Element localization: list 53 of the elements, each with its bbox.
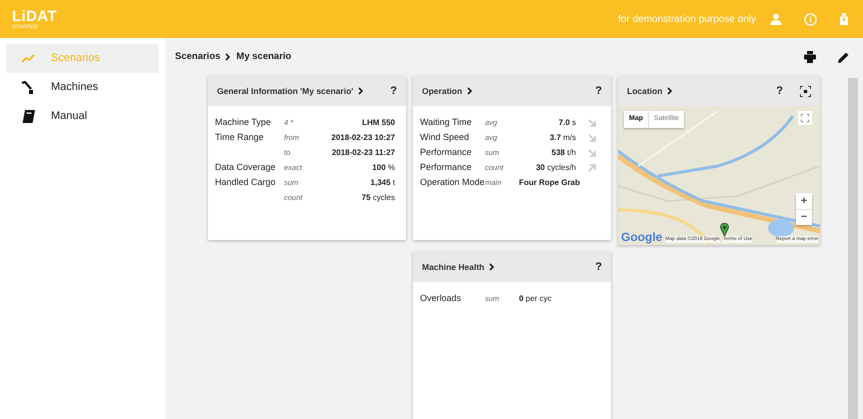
zoom-out-button[interactable]: − [796, 209, 812, 225]
row-label: Overloads [420, 292, 462, 305]
row-label: Handled Cargo [215, 176, 277, 189]
row-value: 75 cycles [362, 192, 396, 204]
scrollbar[interactable] [848, 78, 858, 419]
card-title[interactable]: Operation [422, 84, 462, 98]
row-value: 7.0 s [558, 116, 577, 128]
chevron-icon [225, 53, 232, 61]
card-title[interactable]: Machine Health [422, 260, 484, 274]
breadcrumb-link[interactable]: Scenarios [175, 50, 220, 64]
chevron-icon [489, 263, 496, 271]
row-value: 30 cycles/h [536, 162, 577, 174]
row-value: 538 t/h [552, 146, 577, 158]
row-label: Performance [420, 146, 473, 159]
card-title[interactable]: General Information 'My scenario' [217, 84, 354, 98]
map-logo: Google [621, 231, 662, 243]
demo-notice: for demonstration purpose only [618, 12, 756, 26]
focus-icon[interactable] [800, 86, 811, 96]
logo: LiDAT [12, 8, 57, 24]
nav-item[interactable]: Manual [6, 102, 159, 131]
chevron-icon [358, 87, 364, 95]
print-icon[interactable] [804, 51, 816, 63]
row-value: 1,345 t [370, 176, 396, 188]
chevron-icon [667, 87, 674, 95]
row-label: Time Range [215, 130, 265, 144]
nav-item[interactable]: Machines [6, 73, 159, 102]
help-button[interactable]: ? [390, 82, 397, 100]
book-icon [22, 110, 34, 123]
row-label: Performance [420, 160, 473, 174]
row-value: 2018-02-23 11:27 [332, 146, 396, 158]
edit-icon[interactable] [838, 52, 849, 62]
row-value: 0 per cyc [519, 292, 552, 304]
row-value: LHM 550 [362, 116, 396, 128]
trend-icon [21, 54, 35, 64]
help-button[interactable]: ? [595, 258, 602, 276]
zoom-in-button[interactable]: + [796, 193, 812, 209]
row-value: 100 % [372, 162, 396, 174]
breadcrumb-link[interactable]: My scenario [236, 50, 292, 64]
row-label: Operation Mode [420, 176, 485, 189]
row-value: 2018-02-23 10:27 [331, 132, 396, 144]
chevron-icon [467, 87, 474, 95]
map-pin-icon [720, 223, 729, 236]
row-value: Four Rope Grab [519, 176, 580, 188]
help-button[interactable]: ? [595, 82, 602, 100]
row-label: Waiting Time [420, 116, 473, 129]
help-button[interactable]: ? [776, 82, 783, 100]
row-value: 3.7 m/s [550, 132, 577, 144]
row-label: Wind Speed [420, 130, 470, 144]
row-label: Machine Type [215, 116, 272, 129]
crane-arm-icon [21, 80, 35, 94]
fullscreen-button[interactable] [798, 111, 812, 125]
card-title[interactable]: Location [627, 84, 662, 98]
row-label: Data Coverage [215, 160, 277, 174]
